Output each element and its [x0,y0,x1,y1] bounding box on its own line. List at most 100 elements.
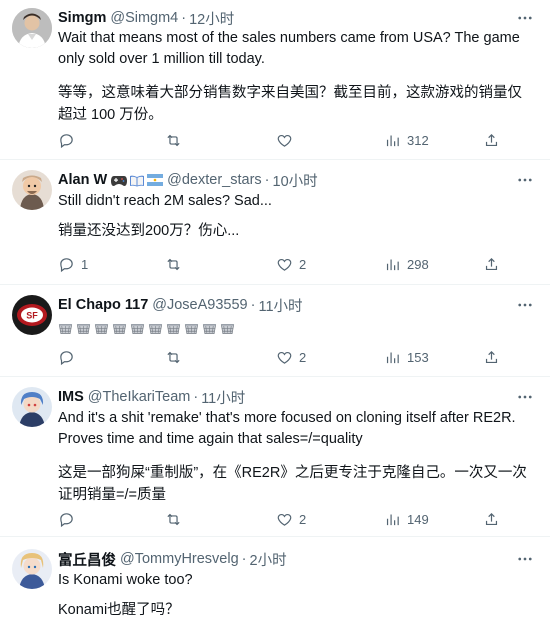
share-icon [485,512,498,525]
reply-icon [60,133,73,148]
separator: · [193,389,199,405]
translated-text: 销量还没达到200万？伤心... [58,223,240,239]
svg-text:SF: SF [26,311,38,321]
tweet-reply[interactable]: Simgm @Simgm4 · 12小时 Wait that means mos… [0,0,550,160]
author-name[interactable]: Simgm [58,10,106,26]
share-icon [485,257,498,270]
action-bar: 1 2 298 [58,254,536,274]
author-name[interactable]: El Chapo 117 [58,297,148,313]
basket-emoji [58,323,73,334]
reply-button[interactable] [58,347,81,367]
author-handle[interactable]: @TommyHresvelg [120,551,239,567]
more-icon [518,303,532,307]
tweet-header: Simgm @Simgm4 · 12小时 [58,8,234,28]
basket-emoji [166,323,181,334]
author-name[interactable]: IMS [58,389,84,405]
argentina-flag-emoji [147,174,164,186]
like-icon [277,513,292,526]
avatar[interactable] [12,387,52,427]
more-options-button[interactable] [514,170,536,190]
like-button[interactable]: 2 [276,254,306,274]
like-icon [277,351,292,364]
tweet-header: El Chapo 117 @JoseA93559 · 11小时 [58,295,303,315]
view-count: 298 [407,256,429,272]
retweet-icon [167,351,180,363]
tweet-reply[interactable]: IMS @TheIkariTeam · 11小时 And it's a shit… [0,377,550,537]
avatar[interactable] [12,549,52,589]
separator: · [264,172,270,188]
translated-text: Konami也醒了吗？ [58,602,180,618]
like-count: 2 [299,511,307,527]
author-handle[interactable]: @dexter_stars [167,172,262,188]
like-button[interactable]: 2 [276,347,306,367]
share-button[interactable] [483,130,500,150]
like-button[interactable]: 2 [276,509,306,529]
views-icon [386,514,399,525]
separator: · [250,297,256,313]
more-options-button[interactable] [514,8,536,28]
translated-text: 等等，这意味着大部分销售数字来自美国？截至目前，这款游戏的销量仅超过 100 万… [58,85,522,123]
reply-count: 1 [81,256,89,272]
avatar[interactable] [12,8,52,48]
tweet-reply[interactable]: 富丘昌俊 @TommyHresvelg · 2小时 Is Konami woke… [0,537,550,631]
reply-icon [60,350,73,365]
like-icon [277,258,292,271]
reply-icon [60,257,73,272]
retweet-button[interactable] [165,254,188,274]
tweet-text: Still didn't reach 2M sales? Sad... [58,193,272,209]
share-button[interactable] [483,254,500,274]
tweet-reply[interactable]: Alan W @dexter_stars · 10小时 Still didn't… [0,160,550,285]
author-handle[interactable]: @Simgm4 [110,10,178,26]
tweet-text: Is Konami woke too? [58,572,193,588]
like-count: 2 [299,256,307,272]
timestamp[interactable]: 11小时 [258,295,302,316]
timestamp[interactable]: 11小时 [201,387,245,408]
reply-feed: Simgm @Simgm4 · 12小时 Wait that means mos… [0,0,550,631]
author-handle[interactable]: @JoseA93559 [152,297,247,313]
timestamp[interactable]: 10小时 [273,170,318,191]
share-icon [485,133,498,146]
basket-emoji [148,323,163,334]
avatar[interactable]: SF [12,295,52,335]
views-button[interactable]: 298 [384,254,429,274]
separator: · [181,10,187,26]
view-count: 312 [407,132,429,148]
retweet-button[interactable] [165,509,188,529]
more-options-button[interactable] [514,387,536,407]
more-options-button[interactable] [514,549,536,569]
tweet-header: IMS @TheIkariTeam · 11小时 [58,387,245,407]
timestamp[interactable]: 12小时 [189,8,234,29]
retweet-icon [167,513,180,525]
retweet-button[interactable] [165,130,188,150]
basket-emoji [202,323,217,334]
views-button[interactable]: 149 [384,509,429,529]
reply-button[interactable]: 1 [58,254,88,274]
views-icon [386,259,399,270]
action-bar: 2 153 [58,347,536,367]
action-bar: 2 149 [58,509,536,529]
retweet-icon [167,258,180,270]
author-name[interactable]: 富丘昌俊 [58,549,116,570]
tweet-text [58,317,536,337]
views-button[interactable]: 153 [384,347,429,367]
avatar[interactable] [12,170,52,210]
timestamp[interactable]: 2小时 [250,549,287,570]
share-button[interactable] [483,509,500,529]
like-button[interactable] [276,130,299,150]
action-bar: 312 [58,130,536,150]
tweet-reply[interactable]: SF El Chapo 117 @JoseA93559 · 11小时 2 153 [0,285,550,377]
author-handle[interactable]: @TheIkariTeam [88,389,191,405]
like-icon [277,134,292,147]
tweet-header: 富丘昌俊 @TommyHresvelg · 2小时 [58,549,287,569]
share-button[interactable] [483,347,500,367]
book-emoji [130,175,145,186]
more-options-button[interactable] [514,295,536,315]
controller-emoji [111,175,128,186]
author-name[interactable]: Alan W [58,172,107,188]
retweet-button[interactable] [165,347,188,367]
reply-button[interactable] [58,130,81,150]
reply-button[interactable] [58,509,81,529]
basket-emoji [94,323,109,334]
views-button[interactable]: 312 [384,130,429,150]
basket-emoji [76,323,91,334]
